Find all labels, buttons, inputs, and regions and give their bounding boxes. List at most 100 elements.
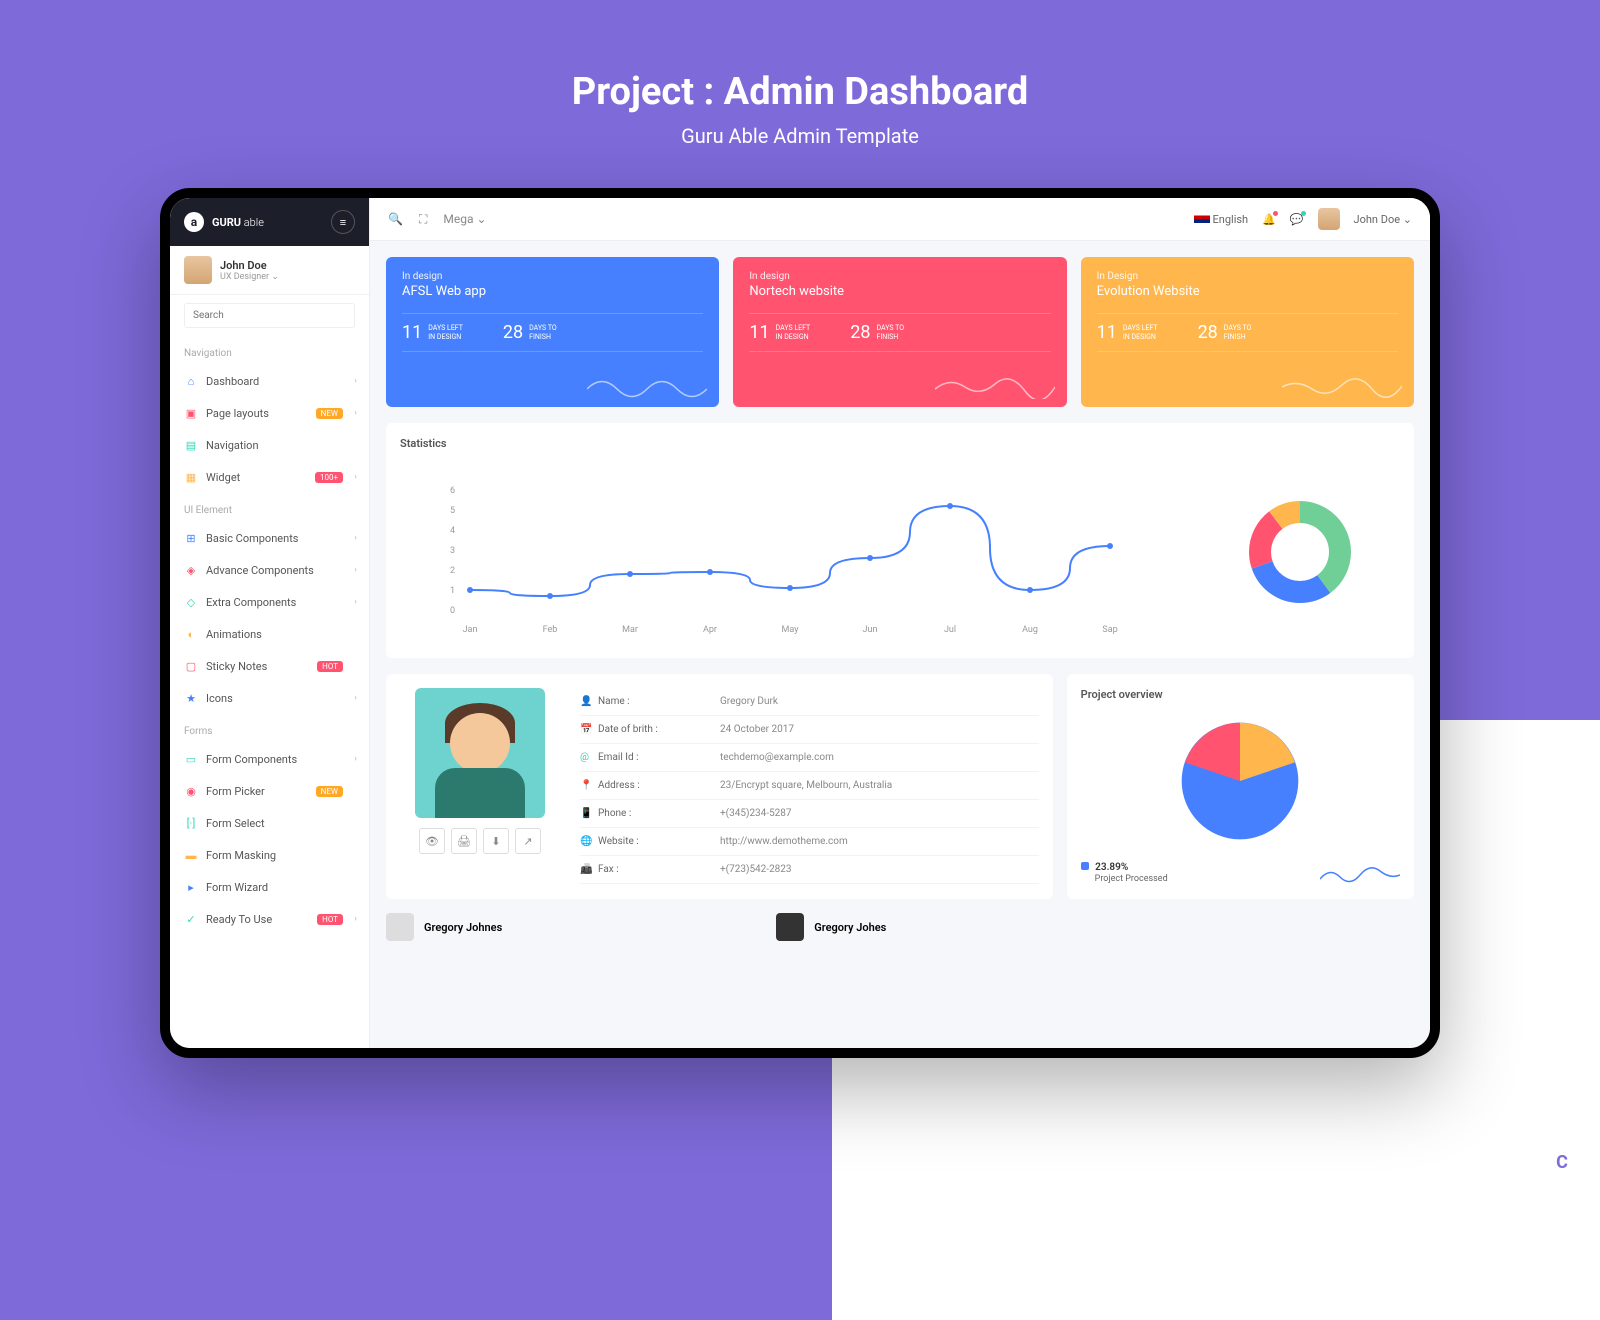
nav-advance-components[interactable]: ◈Advance Components›	[170, 554, 369, 586]
hero-subtitle: Guru Able Admin Template	[0, 124, 1600, 148]
chevron-right-icon: ›	[354, 565, 357, 575]
flag-icon	[1194, 212, 1210, 223]
home-icon: ⌂	[184, 374, 198, 388]
nav-form-components[interactable]: ▭Form Components›	[170, 743, 369, 775]
nav-form-select[interactable]: [·]Form Select	[170, 807, 369, 839]
chevron-down-icon: ⌄	[271, 272, 279, 282]
download-icon[interactable]: ⬇	[483, 828, 509, 854]
project-card-nortech[interactable]: In design Nortech website 11DAYS LEFT IN…	[733, 257, 1066, 407]
topbar: 🔍 ⛶ Mega ⌄ English 🔔 💬 John Doe ⌄	[370, 198, 1430, 241]
svg-text:Aug: Aug	[1022, 625, 1038, 635]
nav-navigation[interactable]: ▤Navigation	[170, 429, 369, 461]
nav-basic-components[interactable]: ⊞Basic Components›	[170, 522, 369, 554]
svg-text:Jul: Jul	[944, 625, 956, 635]
nav-icon: ▤	[184, 438, 198, 452]
badge-new: NEW	[316, 408, 343, 419]
brand-bar: a GURU able ≡	[170, 198, 369, 246]
project-card-evolution[interactable]: In Design Evolution Website 11DAYS LEFT …	[1081, 257, 1414, 407]
form-icon: ▭	[184, 752, 198, 766]
contact-item[interactable]: Gregory Johnes	[386, 913, 502, 941]
nav-widget[interactable]: ▦Widget100+›	[170, 461, 369, 493]
app-frame: a GURU able ≡ John Doe UX Designer ⌄ Nav…	[160, 188, 1440, 1058]
chevron-right-icon: ›	[354, 533, 357, 543]
nav-form-picker[interactable]: ◉Form PickerNEW	[170, 775, 369, 807]
chevron-down-icon: ⌄	[476, 212, 486, 226]
nav-section-ui: UI Element	[170, 499, 369, 522]
profile-panel: 👁 🖨 ⬇ ↗ 👤Name :Gregory Durk 📅Date of bri…	[386, 674, 1053, 899]
svg-text:Apr: Apr	[703, 625, 717, 635]
chevron-right-icon: ›	[354, 408, 357, 418]
wizard-icon: ▸	[184, 880, 198, 894]
chevron-right-icon: ›	[354, 472, 357, 482]
nav-dashboard[interactable]: ⌂Dashboard›	[170, 365, 369, 397]
chevron-right-icon: ›	[354, 376, 357, 386]
card-title: AFSL Web app	[402, 284, 703, 299]
chevron-right-icon: ›	[354, 754, 357, 764]
menu-toggle-icon[interactable]: ≡	[331, 210, 355, 234]
nav-extra-components[interactable]: ◇Extra Components›	[170, 586, 369, 618]
svg-text:3: 3	[450, 546, 455, 556]
brand-logo[interactable]: a GURU able	[184, 212, 264, 232]
bell-icon[interactable]: 🔔	[1262, 213, 1276, 226]
user-panel[interactable]: John Doe UX Designer ⌄	[170, 246, 369, 295]
mega-menu[interactable]: Mega ⌄	[443, 212, 486, 226]
hero-title: Project : Admin Dashboard	[0, 70, 1600, 114]
svg-text:Jan: Jan	[463, 625, 478, 635]
chevron-right-icon: ›	[354, 693, 357, 703]
badge-100: 100+	[315, 472, 343, 483]
phone-icon: 📱	[580, 808, 592, 819]
brand-icon: a	[184, 212, 204, 232]
project-card-afsl[interactable]: In design AFSL Web app 11DAYS LEFT IN DE…	[386, 257, 719, 407]
nav-section-navigation: Navigation	[170, 342, 369, 365]
svg-text:Jun: Jun	[863, 625, 878, 635]
badge-new: NEW	[316, 786, 343, 797]
fax-icon: 📠	[580, 864, 592, 875]
sparkline	[935, 369, 1055, 399]
svg-text:Mar: Mar	[622, 625, 638, 635]
card-title: Evolution Website	[1097, 284, 1398, 299]
nav-sticky-notes[interactable]: ▢Sticky NotesHOT	[170, 650, 369, 682]
widget-icon: ▦	[184, 470, 198, 484]
nav-icons[interactable]: ★Icons›	[170, 682, 369, 714]
search-icon[interactable]: 🔍	[388, 212, 403, 226]
chevron-down-icon: ⌄	[1403, 213, 1412, 226]
card-title: Nortech website	[749, 284, 1050, 299]
sidebar: a GURU able ≡ John Doe UX Designer ⌄ Nav…	[170, 198, 370, 1048]
svg-text:5: 5	[450, 506, 455, 516]
svg-text:May: May	[782, 625, 800, 635]
svg-text:4: 4	[450, 526, 455, 536]
badge-hot: HOT	[317, 661, 343, 672]
avatar	[386, 913, 414, 941]
avatar[interactable]	[1318, 208, 1340, 230]
nav-ready-to-use[interactable]: ✓Ready To UseHOT›	[170, 903, 369, 935]
notes-icon: ▢	[184, 659, 198, 673]
chevron-right-icon: ›	[354, 914, 357, 924]
email-icon: @	[580, 752, 592, 763]
layout-icon: ▣	[184, 406, 198, 420]
star-icon: ★	[184, 691, 198, 705]
user-menu[interactable]: John Doe ⌄	[1354, 213, 1412, 226]
nav-animations[interactable]: ◐Animations	[170, 618, 369, 650]
statistics-panel: Statistics 0123456JanFebMarAprMayJunJulA…	[386, 423, 1414, 658]
select-icon: [·]	[184, 816, 198, 830]
card-label: In design	[402, 271, 703, 282]
svg-text:6: 6	[450, 486, 455, 496]
nav-form-wizard[interactable]: ▸Form Wizard	[170, 871, 369, 903]
avatar	[184, 256, 212, 284]
share-icon[interactable]: ↗	[515, 828, 541, 854]
print-icon[interactable]: 🖨	[451, 828, 477, 854]
anim-icon: ◐	[184, 627, 198, 641]
nav-form-masking[interactable]: ▬Form Masking	[170, 839, 369, 871]
corner-logo: C	[1544, 1144, 1580, 1180]
view-icon[interactable]: 👁	[419, 828, 445, 854]
contact-item[interactable]: Gregory Johes	[776, 913, 886, 941]
nav-page-layouts[interactable]: ▣Page layoutsNEW›	[170, 397, 369, 429]
fullscreen-icon[interactable]: ⛶	[419, 212, 427, 227]
chat-icon[interactable]: 💬	[1290, 213, 1304, 226]
panel-title: Project overview	[1081, 688, 1400, 701]
svg-text:0: 0	[450, 606, 455, 616]
language-selector[interactable]: English	[1194, 212, 1248, 226]
pie-chart	[1170, 711, 1310, 851]
search-input[interactable]	[184, 303, 355, 328]
avatar	[776, 913, 804, 941]
